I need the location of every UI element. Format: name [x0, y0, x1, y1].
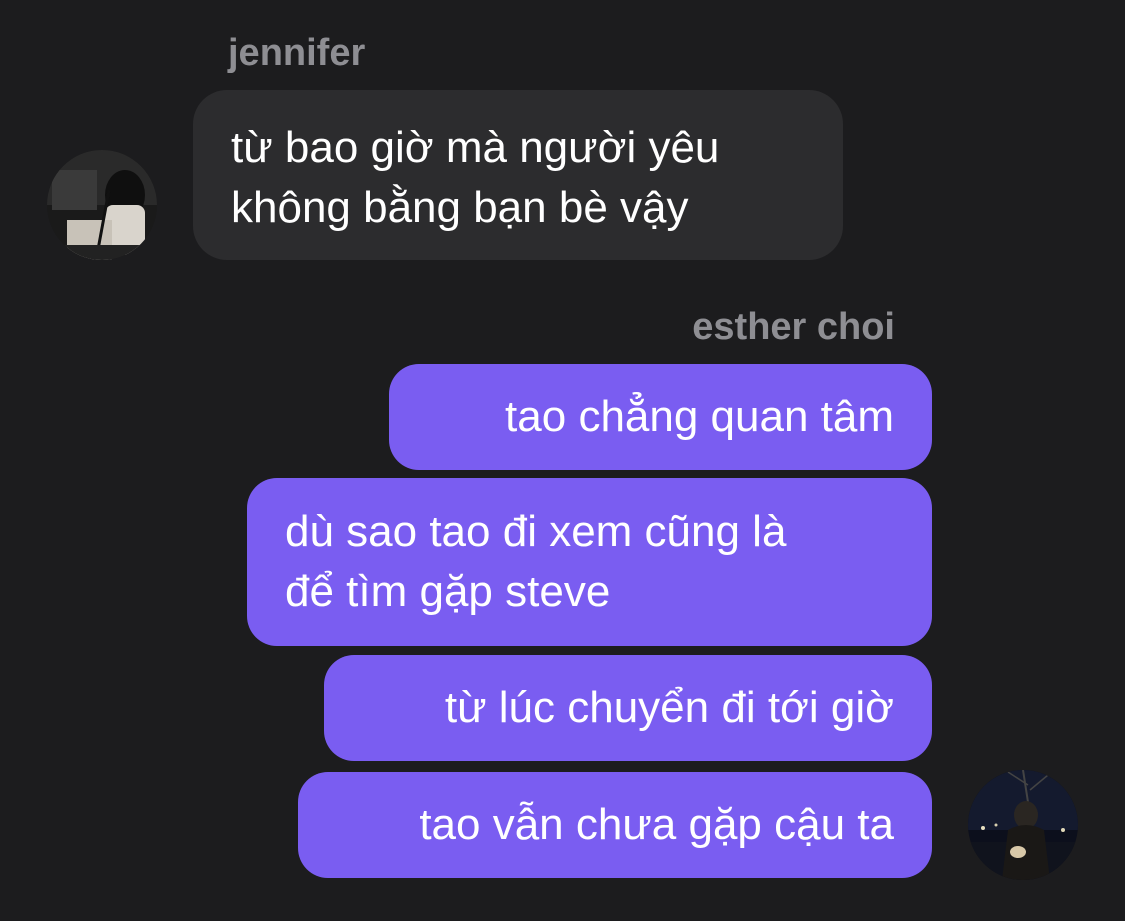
avatar-image: [47, 150, 157, 260]
sender-name-jennifer: jennifer: [228, 32, 366, 74]
outgoing-message-bubble[interactable]: tao vẫn chưa gặp cậu ta: [298, 772, 932, 878]
avatar-image: [968, 770, 1078, 880]
message-line: dù sao tao đi xem cũng là: [285, 507, 787, 556]
outgoing-message-bubble[interactable]: tao chẳng quan tâm: [389, 364, 932, 470]
esther-avatar-icon[interactable]: [968, 770, 1078, 880]
outgoing-message-bubble[interactable]: dù sao tao đi xem cũng là để tìm gặp ste…: [247, 478, 932, 646]
message-line: tao vẫn chưa gặp cậu ta: [419, 800, 894, 849]
message-line: để tìm gặp steve: [285, 567, 611, 616]
jennifer-avatar-icon[interactable]: [47, 150, 157, 260]
message-line: không bằng bạn bè vậy: [231, 183, 689, 232]
sender-name-esther-choi: esther choi: [692, 306, 895, 348]
message-line: từ bao giờ mà người yêu: [231, 123, 720, 172]
message-line: tao chẳng quan tâm: [505, 392, 894, 441]
incoming-message-bubble[interactable]: từ bao giờ mà người yêu không bằng bạn b…: [193, 90, 843, 260]
outgoing-message-bubble[interactable]: từ lúc chuyển đi tới giờ: [324, 655, 932, 761]
message-line: từ lúc chuyển đi tới giờ: [444, 683, 894, 732]
